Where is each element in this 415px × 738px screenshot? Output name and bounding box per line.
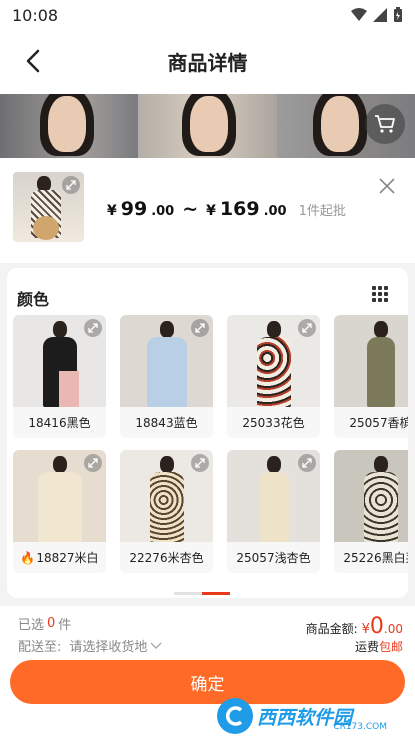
status-icons xyxy=(351,7,403,23)
price-min: 99 xyxy=(120,198,148,220)
product-banner[interactable] xyxy=(0,94,415,158)
sku-header: ¥99.00 ~ ¥169.00 1件起批 xyxy=(0,158,415,263)
wifi-icon xyxy=(351,8,367,21)
color-option-label: 25226黑白莱 xyxy=(343,551,408,565)
selected-count: 已选 0 件 xyxy=(18,614,71,633)
status-bar: 10:08 xyxy=(0,0,415,30)
close-button[interactable] xyxy=(377,176,397,196)
watermark-url: CR173.COM xyxy=(333,722,387,732)
expand-icon[interactable] xyxy=(298,319,316,337)
chevron-down-icon xyxy=(150,642,162,649)
price-separator: ~ xyxy=(182,198,199,220)
ship-placeholder: 请选择收货地 xyxy=(69,640,148,655)
color-option[interactable]: 18843蓝色 xyxy=(120,315,213,438)
page-title: 商品详情 xyxy=(167,50,248,75)
color-option[interactable]: 18416黑色 xyxy=(13,315,106,438)
close-icon xyxy=(379,178,395,194)
color-option-label: 25057香槟 xyxy=(349,416,408,430)
signal-icon xyxy=(373,8,387,22)
price-max: 169 xyxy=(219,198,260,220)
ship-label: 配送至: xyxy=(18,640,62,655)
battery-icon xyxy=(394,7,402,22)
banner-image xyxy=(0,94,139,158)
amount-label: 商品金额: xyxy=(305,622,358,636)
color-option[interactable]: 🔥 18827米白 xyxy=(13,450,106,573)
amount-total: 商品金额: ¥0.00 xyxy=(306,614,403,639)
shipping-selector[interactable]: 配送至: 请选择收货地 xyxy=(18,636,162,655)
freight-value: 包邮 xyxy=(378,640,403,654)
expand-icon[interactable] xyxy=(84,454,102,472)
color-option[interactable]: 25226黑白莱 xyxy=(334,450,408,573)
expand-icon[interactable] xyxy=(84,319,102,337)
status-time: 10:08 xyxy=(12,5,59,25)
price-currency: ¥ xyxy=(206,203,216,219)
grid-icon[interactable] xyxy=(372,286,388,302)
price-min-decimal: .00 xyxy=(151,204,175,219)
color-row-1: 18416黑色 18843蓝色 25033花色 25057香槟 xyxy=(13,315,408,438)
price-range: ¥99.00 ~ ¥169.00 1件起批 xyxy=(107,198,346,220)
freight-label: 运费 xyxy=(354,640,379,654)
color-option-label: 18416黑色 xyxy=(28,416,91,430)
sku-sheet: ¥99.00 ~ ¥169.00 1件起批 颜色 18416黑色 18843蓝色 xyxy=(0,158,415,738)
back-button[interactable] xyxy=(18,46,48,76)
expand-icon[interactable] xyxy=(191,319,209,337)
color-option-label: 18843蓝色 xyxy=(135,416,198,430)
color-section-title: 颜色 xyxy=(17,290,50,309)
freight-info: 运费包邮 xyxy=(355,638,403,655)
color-option[interactable]: 25057香槟 xyxy=(334,315,408,438)
expand-icon[interactable] xyxy=(298,454,316,472)
min-order-qty: 1件起批 xyxy=(298,204,346,219)
color-option-label: 22276米杏色 xyxy=(129,551,204,565)
color-option[interactable]: 25033花色 xyxy=(227,315,320,438)
color-option-label: 🔥 18827米白 xyxy=(13,542,106,573)
expand-icon[interactable] xyxy=(62,176,80,194)
color-option[interactable]: 22276米杏色 xyxy=(120,450,213,573)
color-selector: 颜色 18416黑色 18843蓝色 25033花色 25057香槟 🔥 188… xyxy=(7,268,408,598)
banner-image xyxy=(138,94,277,158)
amount-currency: ¥ xyxy=(361,622,370,637)
expand-icon[interactable] xyxy=(191,454,209,472)
back-icon xyxy=(26,49,40,73)
cart-icon xyxy=(375,115,395,133)
color-option[interactable]: 25057浅杏色 xyxy=(227,450,320,573)
price-max-decimal: .00 xyxy=(263,204,287,219)
watermark-logo-icon xyxy=(217,698,253,734)
color-option-label: 25033花色 xyxy=(242,416,305,430)
cart-button[interactable] xyxy=(365,104,405,144)
product-thumbnail[interactable] xyxy=(13,172,84,242)
color-option-text: 18827米白 xyxy=(36,551,99,565)
top-nav: 商品详情 xyxy=(0,36,415,86)
amount-value: 0 xyxy=(369,614,384,639)
selected-unit: 件 xyxy=(58,618,72,633)
color-row-2: 🔥18827米白 22276米杏色 25057浅杏色 25226黑白莱 xyxy=(13,450,408,573)
selected-number: 0 xyxy=(47,616,56,631)
price-currency: ¥ xyxy=(107,203,117,219)
scroll-indicator xyxy=(174,592,230,595)
amount-decimal: .00 xyxy=(383,622,403,636)
hot-icon: 🔥 xyxy=(20,550,36,565)
color-option-label: 25057浅杏色 xyxy=(236,551,311,565)
watermark: 西西软件园 CR173.COM xyxy=(217,696,397,736)
selected-prefix: 已选 xyxy=(18,618,45,633)
bottom-bar: 已选 0 件 配送至: 请选择收货地 商品金额: ¥0.00 运费包邮 确定 西西软件园… xyxy=(0,606,415,738)
